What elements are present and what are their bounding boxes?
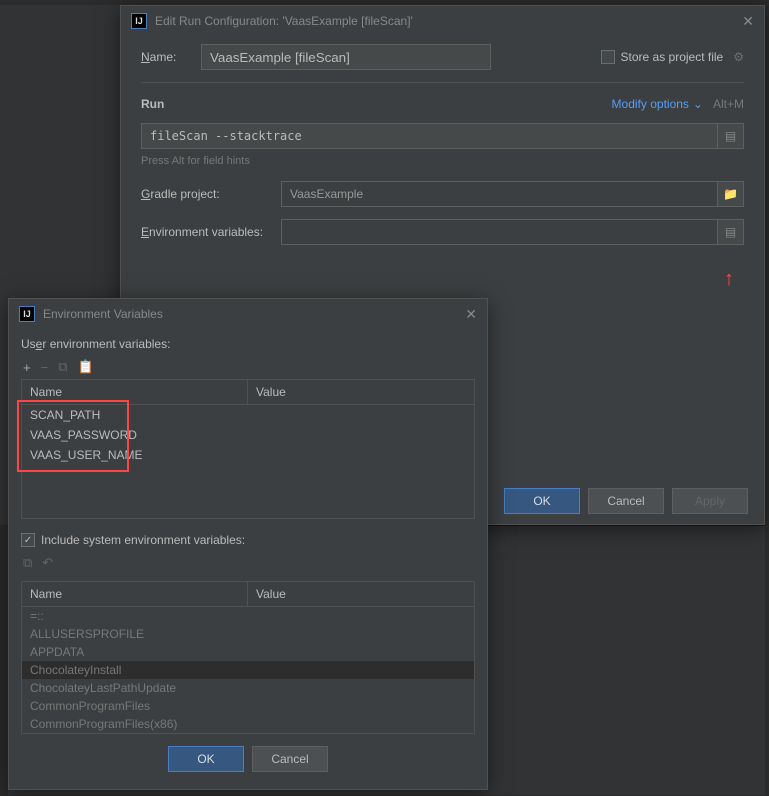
annotation-arrow-up: ↑: [724, 268, 734, 291]
sys-vars-table: Name Value =::ALLUSERSPROFILEAPPDATAChoc…: [21, 581, 475, 734]
expand-icon[interactable]: ▤: [718, 123, 744, 149]
intellij-icon: IJ: [19, 306, 35, 322]
var-name: APPDATA: [22, 643, 248, 661]
table-row[interactable]: =::: [22, 607, 474, 625]
table-row[interactable]: VAAS_PASSWORD: [22, 425, 474, 445]
cancel-button[interactable]: Cancel: [588, 488, 664, 514]
env-vars-label: Environment variables:: [141, 225, 281, 239]
table-row[interactable]: SCAN_PATH: [22, 405, 474, 425]
chevron-down-icon: ⌄: [693, 97, 703, 111]
ok-button[interactable]: OK: [168, 746, 244, 772]
var-value: [248, 643, 474, 661]
copy-icon[interactable]: ⧉: [58, 359, 67, 375]
var-name: CommonProgramFiles(x86): [22, 715, 248, 733]
close-icon[interactable]: ✕: [742, 13, 754, 30]
col-value[interactable]: Value: [248, 380, 474, 404]
var-value: [248, 425, 474, 445]
var-value: [248, 661, 474, 679]
table-row[interactable]: CommonProgramFiles: [22, 697, 474, 715]
paste-icon[interactable]: 📋: [77, 359, 93, 375]
var-name: SCAN_PATH: [22, 405, 248, 425]
env-vars-dialog: IJ Environment Variables ✕ User environm…: [8, 298, 488, 790]
gradle-project-label: Gradle project:: [141, 187, 281, 201]
table-row[interactable]: ALLUSERSPROFILE: [22, 625, 474, 643]
table-row[interactable]: ChocolateyLastPathUpdate: [22, 679, 474, 697]
dialog-title-bar: IJ Edit Run Configuration: 'VaasExample …: [121, 6, 764, 36]
modify-options-link[interactable]: Modify options ⌄: [612, 97, 703, 111]
var-value: [248, 679, 474, 697]
copy-icon[interactable]: ⧉: [23, 555, 32, 571]
table-row[interactable]: ChocolateyInstall: [22, 661, 474, 679]
env-expand-icon[interactable]: ▤: [718, 219, 744, 245]
var-value: [248, 625, 474, 643]
remove-icon[interactable]: −: [41, 360, 49, 375]
env-vars-input[interactable]: [281, 219, 718, 245]
table-row[interactable]: CommonProgramFiles(x86): [22, 715, 474, 733]
col-name[interactable]: Name: [22, 380, 248, 404]
close-icon[interactable]: ✕: [465, 306, 477, 323]
var-value: [248, 607, 474, 625]
gradle-project-input[interactable]: VaasExample: [281, 181, 718, 207]
dialog-title: Edit Run Configuration: 'VaasExample [fi…: [155, 14, 413, 28]
store-checkbox[interactable]: [601, 50, 615, 64]
var-name: VAAS_USER_NAME: [22, 445, 248, 465]
env-title-bar: IJ Environment Variables ✕: [9, 299, 487, 329]
col-value[interactable]: Value: [248, 582, 474, 606]
var-name: CommonProgramFiles: [22, 697, 248, 715]
var-name: ALLUSERSPROFILE: [22, 625, 248, 643]
intellij-icon: IJ: [131, 13, 147, 29]
user-vars-table: Name Value SCAN_PATHVAAS_PASSWORDVAAS_US…: [21, 379, 475, 519]
add-icon[interactable]: +: [23, 360, 31, 375]
apply-button[interactable]: Apply: [672, 488, 748, 514]
folder-icon[interactable]: 📁: [718, 181, 744, 207]
undo-icon[interactable]: ↶: [42, 555, 53, 571]
table-row[interactable]: VAAS_USER_NAME: [22, 445, 474, 465]
user-vars-label: User environment variables:: [21, 337, 475, 351]
tasks-input[interactable]: fileScan --stacktrace: [141, 123, 718, 149]
run-section-title: Run: [141, 97, 164, 111]
var-value: [248, 715, 474, 733]
var-value: [248, 697, 474, 715]
include-sys-checkbox[interactable]: ✓: [21, 533, 35, 547]
cancel-button[interactable]: Cancel: [252, 746, 328, 772]
var-name: VAAS_PASSWORD: [22, 425, 248, 445]
var-name: ChocolateyLastPathUpdate: [22, 679, 248, 697]
env-dialog-title: Environment Variables: [43, 307, 163, 321]
table-row[interactable]: APPDATA: [22, 643, 474, 661]
shortcut-hint: Alt+M: [713, 97, 744, 111]
var-name: ChocolateyInstall: [22, 661, 248, 679]
name-label: Name:: [141, 50, 201, 64]
var-value: [248, 445, 474, 465]
store-label: Store as project file: [621, 50, 724, 64]
var-value: [248, 405, 474, 425]
ok-button[interactable]: OK: [504, 488, 580, 514]
separator: [141, 82, 744, 83]
field-hint: Press Alt for field hints: [141, 155, 744, 167]
include-sys-label: Include system environment variables:: [41, 533, 245, 547]
gear-icon[interactable]: ⚙: [733, 50, 744, 64]
name-input[interactable]: [201, 44, 491, 70]
var-name: =::: [22, 607, 248, 625]
col-name[interactable]: Name: [22, 582, 248, 606]
